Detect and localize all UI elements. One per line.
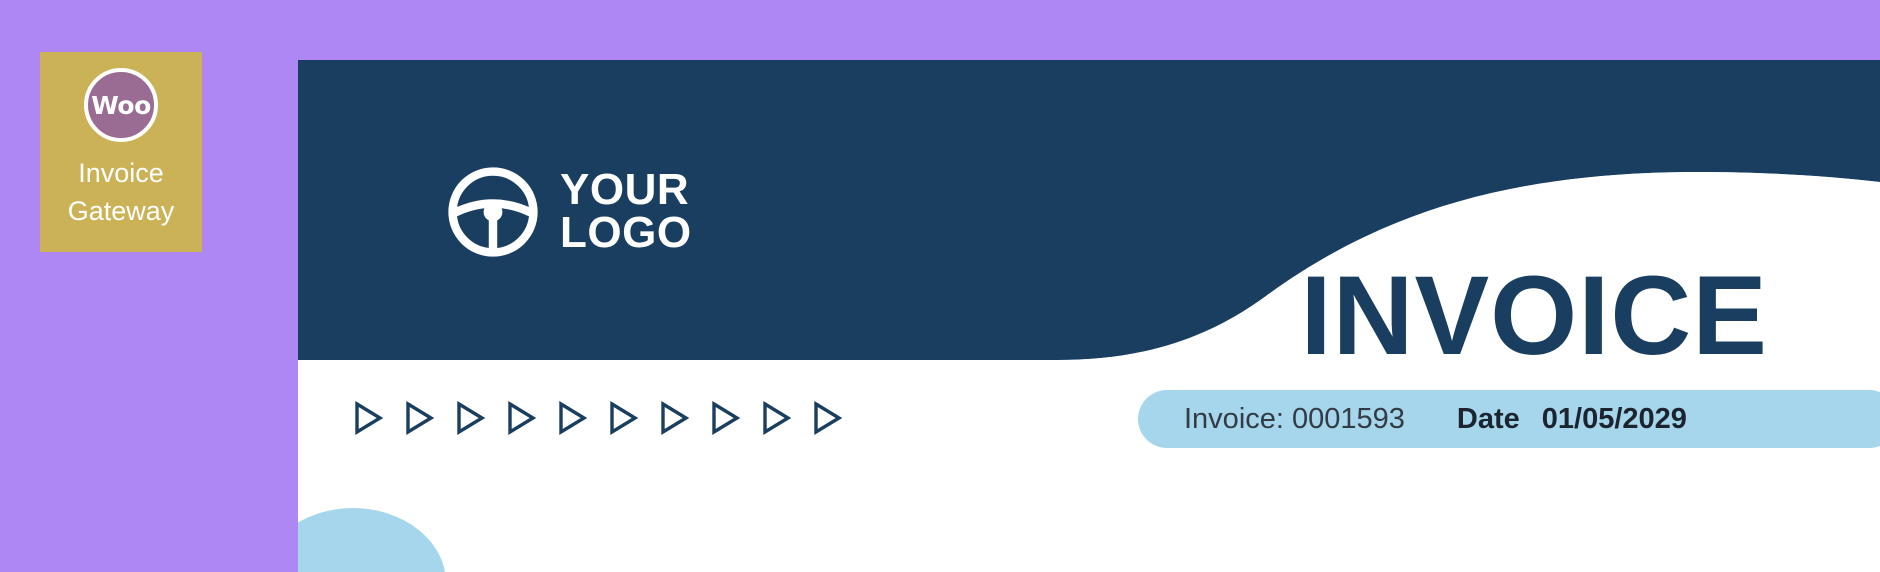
invoice-date-value: 01/05/2029 [1541, 402, 1687, 435]
page-title: INVOICE [1300, 253, 1768, 378]
triangle-right-outline-icon [763, 400, 792, 436]
triangle-right-outline-icon [355, 400, 384, 436]
invoice-date-label: Date [1456, 402, 1520, 435]
invoice-template-canvas: Woo Invoice Gateway YOUR LOGO INVOICE In… [0, 0, 1880, 572]
woo-invoice-gateway-badge[interactable]: Woo Invoice Gateway [40, 52, 202, 252]
invoice-sheet: YOUR LOGO INVOICE Invoice: 0001593 Date … [298, 60, 1880, 572]
invoice-meta-pill: Invoice: 0001593 Date 01/05/2029 [1138, 390, 1880, 448]
invoice-number-text: Invoice: 0001593 [1184, 402, 1405, 435]
plugin-badge-title-line-2: Gateway [67, 196, 175, 227]
plugin-badge-title-line-1: Invoice [78, 158, 164, 188]
triangle-right-outline-icon [406, 400, 435, 436]
arrow-decoration-strip [352, 400, 843, 436]
triangle-right-outline-icon [814, 400, 843, 436]
bottom-left-decorative-blob [298, 508, 446, 572]
brand-logo-lockup[interactable]: YOUR LOGO [446, 165, 692, 259]
triangle-right-outline-icon [712, 400, 741, 436]
triangle-right-outline-icon [559, 400, 588, 436]
woo-logo-icon: Woo [84, 68, 158, 142]
triangle-right-outline-icon [661, 400, 690, 436]
logo-wordmark-line-1: YOUR [560, 165, 690, 215]
logo-wordmark: YOUR LOGO [560, 165, 692, 257]
woo-mark-text: Woo [91, 90, 151, 120]
triangle-right-outline-icon [508, 400, 537, 436]
triangle-right-outline-icon [457, 400, 486, 436]
triangle-right-outline-icon [610, 400, 639, 436]
steering-wheel-icon [448, 167, 538, 257]
logo-wordmark-line-2: LOGO [560, 208, 692, 257]
